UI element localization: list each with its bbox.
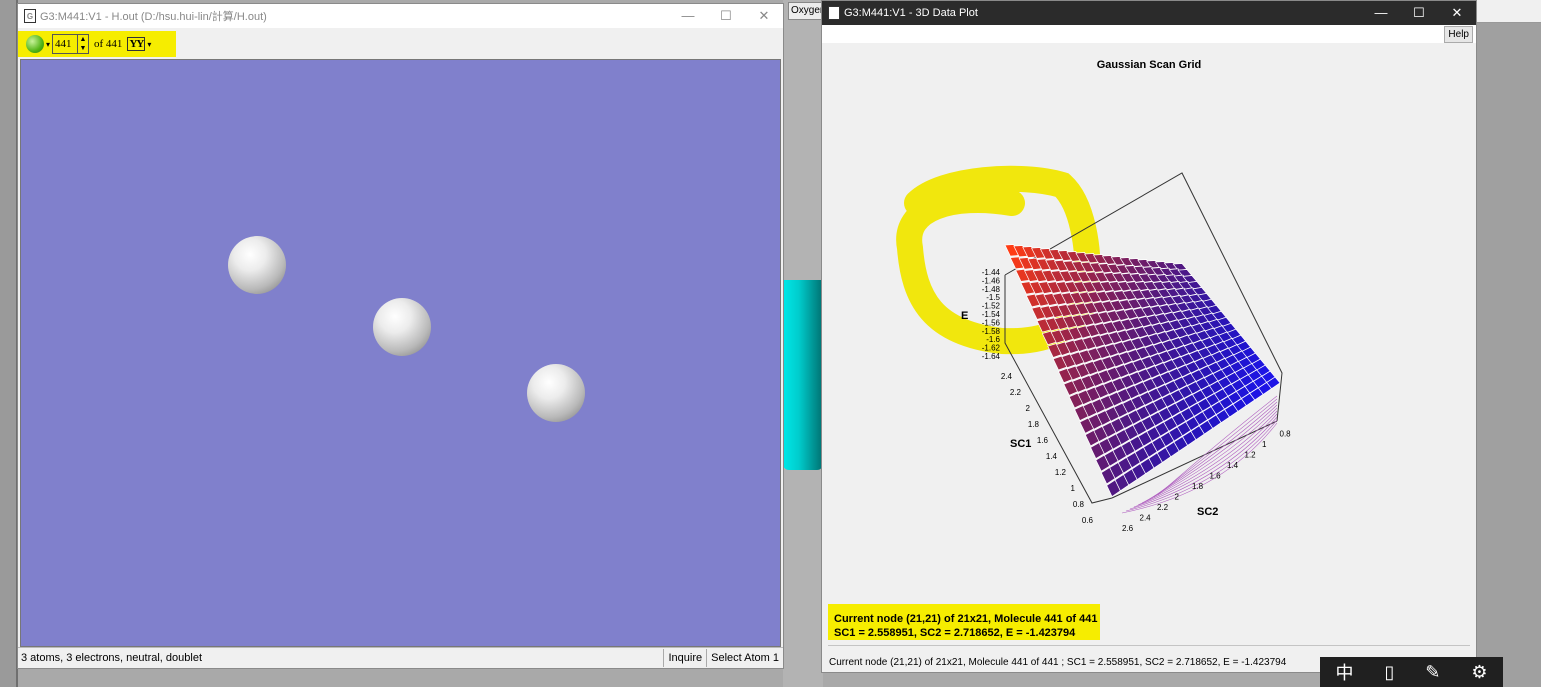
chevron-down-icon[interactable]: ▾ xyxy=(147,40,151,49)
atom-h3[interactable] xyxy=(527,364,585,422)
chevron-down-icon[interactable]: ▾ xyxy=(46,40,50,49)
close-button[interactable]: ✕ xyxy=(745,4,783,28)
divider xyxy=(828,645,1470,646)
settings-icon[interactable]: ⚙ xyxy=(1471,662,1487,683)
sc2-tick-label: 1 xyxy=(1262,440,1267,449)
z-axis-label: E xyxy=(961,310,968,322)
sc1-tick-label: 2 xyxy=(1026,404,1031,413)
inquire-mode[interactable]: Inquire xyxy=(663,649,706,667)
app-icon: G xyxy=(24,9,36,23)
current-node-label: Current node (21,21) of 21x21, Molecule … xyxy=(834,613,1098,625)
frame-spinner[interactable]: ▲ ▼ xyxy=(78,34,90,54)
titlebar: G G3:M441:V1 - 3D Data Plot — ☐ ✕ xyxy=(822,1,1476,25)
close-button[interactable]: ✕ xyxy=(1438,1,1476,25)
frame-total-label: of 441 xyxy=(94,38,123,50)
surface-plot[interactable]: -1.44-1.46-1.48-1.5-1.52-1.54-1.56-1.58-… xyxy=(822,43,1476,603)
desktop-right xyxy=(1476,0,1541,687)
toolbar: ▾ 441 ▲ ▼ of 441 YY ▾ xyxy=(18,31,176,57)
sc1-tick-label: 1.4 xyxy=(1046,452,1058,461)
maximize-button[interactable]: ☐ xyxy=(1400,1,1438,25)
titlebar: G G3:M441:V1 - H.out (D:/hsu.hui-lin/計算/… xyxy=(18,4,783,28)
plot-area[interactable]: Gaussian Scan Grid -1.44 -1.46 -1.48 -1.5 -1… xyxy=(822,43,1476,640)
window-title: G3:M441:V1 - 3D Data Plot xyxy=(844,7,978,19)
sc1-tick-label: 1.8 xyxy=(1028,420,1040,429)
taskbar-tray: 中 ▯ ✎ ⚙ xyxy=(1320,657,1503,687)
molecule-summary: 3 atoms, 3 electrons, neutral, doublet xyxy=(21,652,202,664)
z-tick-label: -1.64 xyxy=(982,352,1001,361)
sc2-tick-label: 2 xyxy=(1175,493,1180,502)
sc1-tick-label: 1 xyxy=(1071,484,1076,493)
background-window-strip xyxy=(1476,0,1541,23)
x-axis-label: SC2 xyxy=(1197,506,1218,518)
data-plot-window: G G3:M441:V1 - 3D Data Plot — ☐ ✕ Help G… xyxy=(822,1,1476,672)
pen-icon[interactable]: ✎ xyxy=(1425,662,1440,683)
sc2-tick-label: 0.8 xyxy=(1280,430,1292,439)
background-window-object xyxy=(783,280,823,470)
sc1-tick-label: 1.2 xyxy=(1055,468,1067,477)
sc2-tick-label: 2.4 xyxy=(1140,514,1152,523)
window-title: G3:M441:V1 - H.out (D:/hsu.hui-lin/計算/H.… xyxy=(40,11,267,23)
sc2-tick-label: 1.6 xyxy=(1210,472,1222,481)
minimize-button[interactable]: — xyxy=(669,4,707,28)
atom-h2[interactable] xyxy=(373,298,431,356)
sc2-tick-label: 1.4 xyxy=(1227,461,1239,470)
plot-button[interactable]: YY xyxy=(127,37,146,51)
sc1-tick-label: 2.4 xyxy=(1001,372,1013,381)
bottom-status: Current node (21,21) of 21x21, Molecule … xyxy=(829,657,1287,668)
sc1-tick-label: 1.6 xyxy=(1037,436,1049,445)
sc2-tick-label: 2.6 xyxy=(1122,524,1134,533)
select-atom-status: Select Atom 1 xyxy=(706,649,783,667)
desktop-left-edge xyxy=(0,0,18,687)
menubar: Help xyxy=(822,25,1476,43)
molecule-viewport[interactable] xyxy=(20,59,781,647)
sc2-tick-label: 1.2 xyxy=(1245,451,1257,460)
atom-h1[interactable] xyxy=(228,236,286,294)
minimize-button[interactable]: — xyxy=(1362,1,1400,25)
sc1-tick-label: 2.2 xyxy=(1010,388,1022,397)
sc2-tick-label: 1.8 xyxy=(1192,482,1204,491)
sc1-tick-label: 0.8 xyxy=(1073,500,1085,509)
ime-indicator[interactable]: 中 xyxy=(1335,659,1353,685)
help-menu[interactable]: Help xyxy=(1444,26,1473,43)
y-axis-label: SC1 xyxy=(1010,438,1031,450)
current-values-label: SC1 = 2.558951, SC2 = 2.718652, E = -1.4… xyxy=(834,627,1076,639)
element-ball-icon[interactable] xyxy=(26,35,44,53)
sc1-tick-label: 0.6 xyxy=(1082,516,1094,525)
app-icon: G xyxy=(828,6,840,20)
layout-icon[interactable]: ▯ xyxy=(1384,662,1394,683)
molecule-view-window: G G3:M441:V1 - H.out (D:/hsu.hui-lin/計算/… xyxy=(18,4,783,668)
frame-number-input[interactable]: 441 xyxy=(52,34,79,54)
sc2-tick-label: 2.2 xyxy=(1157,503,1169,512)
maximize-button[interactable]: ☐ xyxy=(707,4,745,28)
status-bar: 3 atoms, 3 electrons, neutral, doublet I… xyxy=(18,647,783,668)
